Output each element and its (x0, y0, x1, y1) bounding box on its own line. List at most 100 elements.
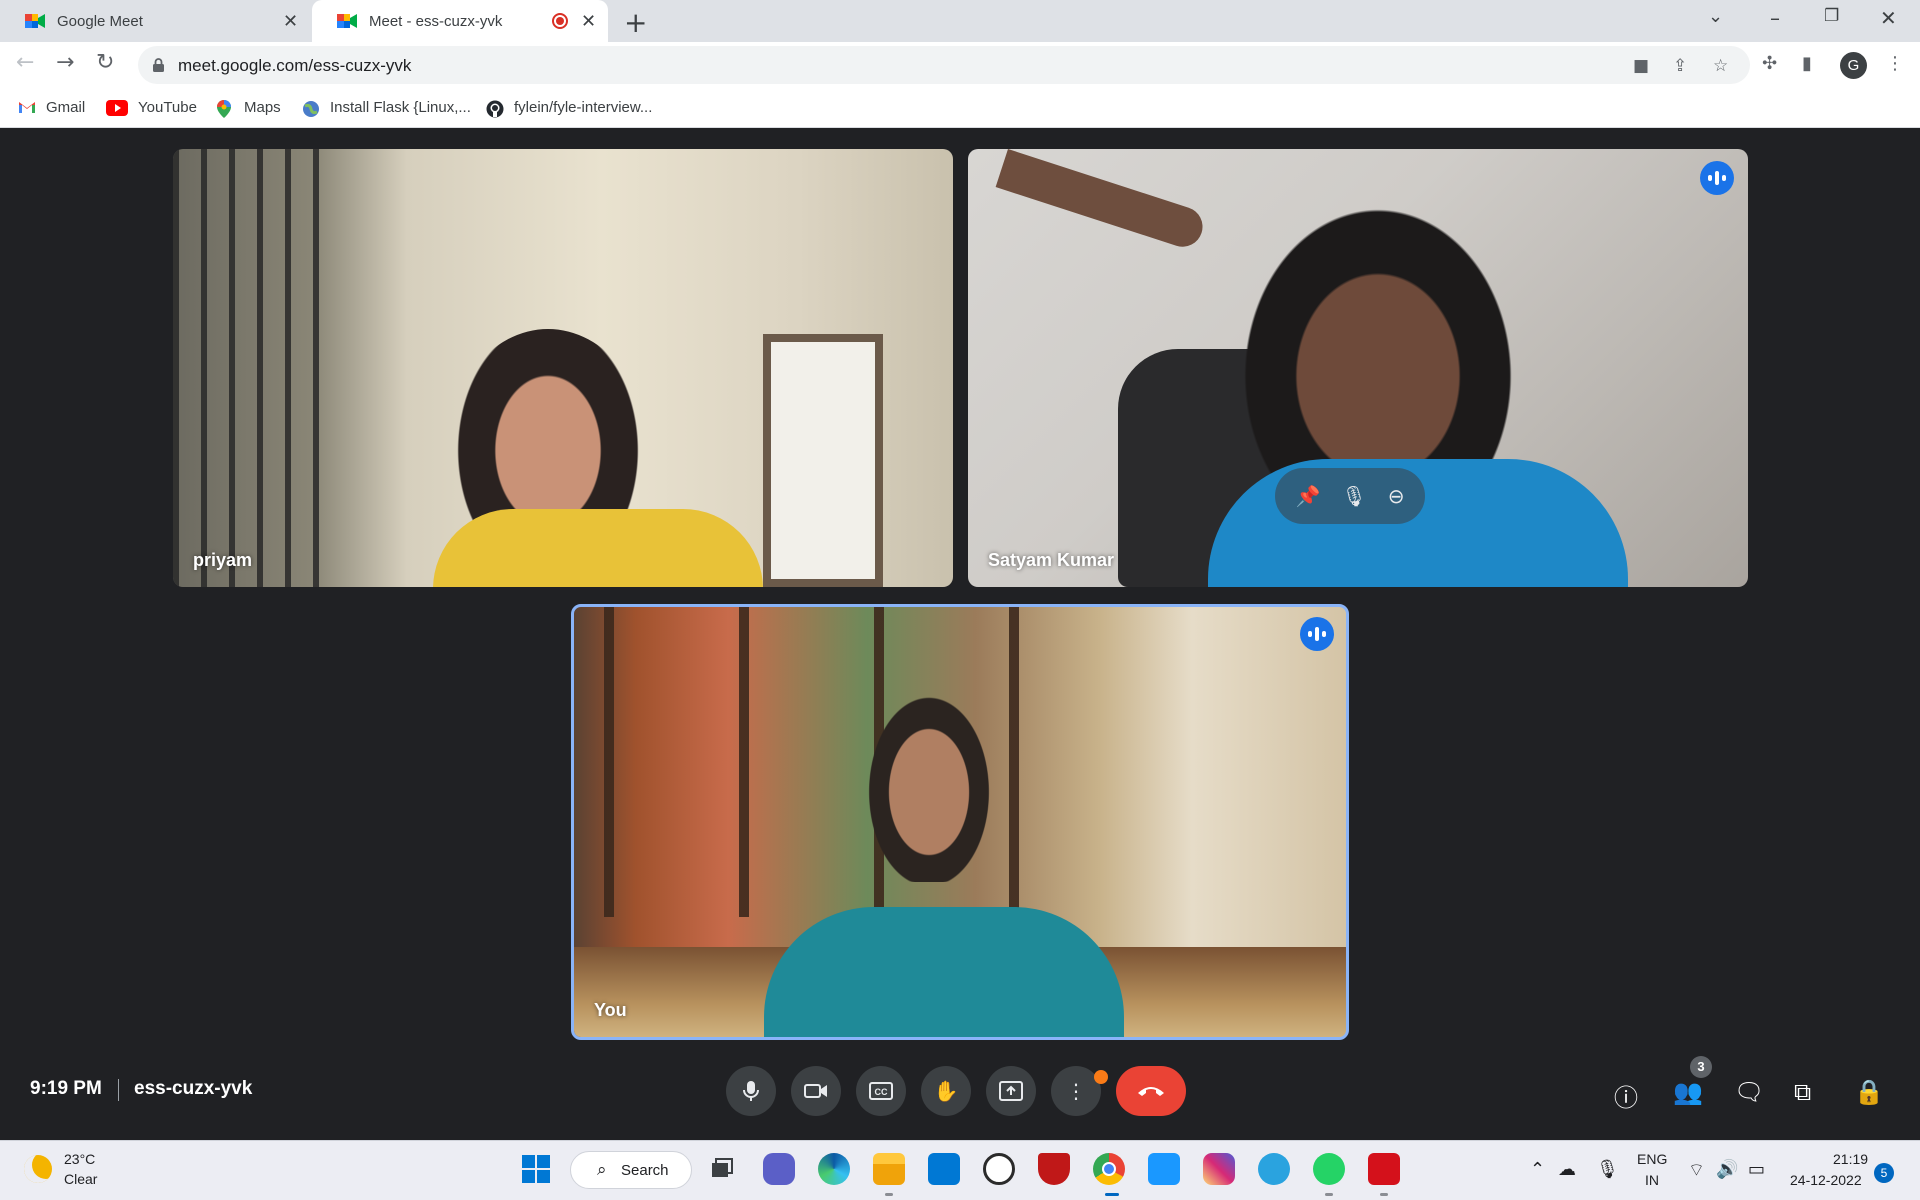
bookmark-star-icon[interactable]: ☆ (1713, 56, 1728, 76)
url-text[interactable]: meet.google.com/ess-cuzx-yvk (178, 56, 411, 76)
microphone-in-use-icon[interactable]: 🎙 (1596, 1159, 1619, 1180)
participant-tile-you[interactable]: You (571, 604, 1349, 1040)
taskbar-date[interactable]: 24-12-2022 (1790, 1172, 1862, 1188)
taskbar-search[interactable]: ⌕ Search (570, 1151, 692, 1189)
meeting-time: 9:19 PM (30, 1078, 102, 1099)
teams-chat-icon[interactable] (763, 1153, 795, 1185)
host-controls-lock-icon[interactable]: 🔒 (1854, 1078, 1884, 1106)
file-explorer-icon[interactable] (873, 1153, 905, 1185)
bookmark-youtube[interactable]: YouTube (106, 99, 197, 116)
remove-from-call-icon[interactable]: ⊖ (1388, 484, 1405, 508)
microphone-button[interactable] (726, 1066, 776, 1116)
gmail-icon (18, 100, 36, 116)
microsoft-store-icon[interactable] (928, 1153, 960, 1185)
battery-icon[interactable]: ▭ (1748, 1159, 1765, 1180)
tab-google-meet[interactable]: Google Meet ✕ (0, 0, 310, 42)
chrome-icon[interactable] (1093, 1153, 1125, 1185)
acrobat-icon[interactable] (1368, 1153, 1400, 1185)
running-indicator (885, 1193, 893, 1196)
bookmark-maps[interactable]: Maps (216, 99, 281, 118)
window-close-icon[interactable]: ✕ (1880, 6, 1897, 30)
participant-tile-priyam[interactable]: priyam (173, 149, 953, 587)
dell-icon[interactable] (983, 1153, 1015, 1185)
minimize-icon[interactable]: – (1770, 6, 1780, 30)
bookmark-github-fylein[interactable]: fylein/fyle-interview... (486, 99, 653, 117)
mcafee-icon[interactable] (1038, 1153, 1070, 1185)
side-panel-icon[interactable]: ▮ (1802, 53, 1812, 74)
running-indicator (1325, 1193, 1333, 1196)
chat-icon[interactable]: 🗨 (1734, 1078, 1764, 1106)
camera-in-use-icon[interactable]: ■ (1633, 56, 1649, 76)
raise-hand-icon: ✋ (933, 1079, 959, 1103)
input-region-indicator[interactable]: IN (1645, 1172, 1659, 1188)
tab-search-chevron-down-icon[interactable]: ⌄ (1708, 6, 1723, 27)
tab-close-icon[interactable]: ✕ (581, 11, 596, 32)
svg-text:CC: CC (875, 1087, 888, 1097)
mute-participant-mic-icon[interactable]: 🎙 (1341, 484, 1366, 508)
notification-dot-icon (1094, 1070, 1108, 1084)
prime-video-icon[interactable] (1148, 1153, 1180, 1185)
mic-icon (743, 1081, 759, 1101)
bookmark-label: YouTube (138, 99, 197, 116)
tile-hover-controls: 📌 🎙 ⊖ (1275, 468, 1425, 524)
youtube-icon (106, 99, 128, 116)
lock-icon[interactable] (153, 58, 164, 77)
tab-close-icon[interactable]: ✕ (283, 11, 298, 32)
bookmark-label: fylein/fyle-interview... (514, 99, 653, 116)
instagram-icon[interactable] (1203, 1153, 1235, 1185)
present-now-button[interactable] (986, 1066, 1036, 1116)
reload-icon[interactable]: ↻ (96, 50, 114, 75)
weather-condition[interactable]: Clear (64, 1171, 97, 1187)
bookmark-gmail[interactable]: Gmail (18, 99, 85, 116)
extensions-puzzle-icon[interactable]: ✣ (1762, 53, 1777, 74)
bookmark-label: Install Flask {Linux,... (330, 99, 471, 116)
google-meet-favicon-icon (337, 12, 357, 30)
volume-icon[interactable]: 🔊 (1716, 1159, 1738, 1180)
taskbar-time[interactable]: 21:19 (1833, 1151, 1868, 1167)
whatsapp-icon[interactable] (1313, 1153, 1345, 1185)
address-bar[interactable]: meet.google.com/ess-cuzx-yvk ■ ⇪ ☆ (138, 46, 1750, 84)
show-hidden-icons-chevron-up-icon[interactable]: ⌃ (1530, 1159, 1545, 1180)
bookmark-install-flask[interactable]: Install Flask {Linux,... (302, 99, 471, 117)
onedrive-cloud-icon[interactable]: ☁ (1558, 1159, 1576, 1180)
pin-icon[interactable]: 📌 (1295, 484, 1320, 508)
profile-avatar[interactable]: G (1840, 52, 1867, 79)
weather-temperature[interactable]: 23°C (64, 1151, 95, 1167)
telegram-icon[interactable] (1258, 1153, 1290, 1185)
language-indicator[interactable]: ENG (1637, 1151, 1667, 1167)
restore-icon[interactable]: ❐ (1824, 6, 1839, 26)
browser-toolbar: ← → ↻ meet.google.com/ess-cuzx-yvk ■ ⇪ ☆… (0, 42, 1920, 90)
share-icon[interactable]: ⇪ (1673, 56, 1687, 76)
chrome-menu-icon[interactable]: ⋮ (1886, 53, 1904, 74)
edge-icon[interactable] (818, 1153, 850, 1185)
moon-weather-icon[interactable] (24, 1155, 52, 1183)
leave-call-button[interactable] (1116, 1066, 1186, 1116)
camera-button[interactable] (791, 1066, 841, 1116)
captions-button[interactable]: CC (856, 1066, 906, 1116)
speaking-indicator-icon (1700, 161, 1734, 195)
browser-tab-strip: Google Meet ✕ Meet - ess-cuzx-yvk ✕ + ⌄ … (0, 0, 1920, 42)
participant-name: priyam (193, 550, 253, 570)
shirt (764, 907, 1124, 1037)
raise-hand-button[interactable]: ✋ (921, 1066, 971, 1116)
github-icon (486, 100, 504, 117)
running-indicator (1380, 1193, 1388, 1196)
wifi-icon[interactable]: ⌔ (1688, 1159, 1705, 1182)
meet-bottom-bar: 9:19 PM ess-cuzx-yvk CC ✋ ⋮ ⓘ 👥 3 🗨 ⧉ 🔒 (0, 1050, 1920, 1130)
end-call-icon (1138, 1087, 1164, 1096)
new-tab-plus-icon[interactable]: + (624, 6, 647, 39)
globe-icon (302, 100, 320, 117)
activities-icon[interactable]: ⧉ (1794, 1078, 1811, 1106)
meeting-details-info-icon[interactable]: ⓘ (1614, 1078, 1638, 1113)
forward-arrow-icon[interactable]: → (56, 50, 74, 75)
windows-start-icon[interactable] (520, 1153, 552, 1185)
back-arrow-icon[interactable]: ← (16, 50, 34, 75)
notification-count-badge[interactable]: 5 (1874, 1163, 1894, 1183)
task-view-icon[interactable] (706, 1153, 738, 1185)
people-icon[interactable]: 👥 (1673, 1078, 1703, 1106)
chrome-center (1102, 1162, 1116, 1176)
tab-meet-call[interactable]: Meet - ess-cuzx-yvk ✕ (312, 0, 608, 42)
captions-icon: CC (869, 1082, 893, 1100)
bookmarks-bar: Gmail YouTube Maps Install Flask {Linux,… (0, 90, 1920, 128)
participant-name: You (594, 1000, 627, 1020)
